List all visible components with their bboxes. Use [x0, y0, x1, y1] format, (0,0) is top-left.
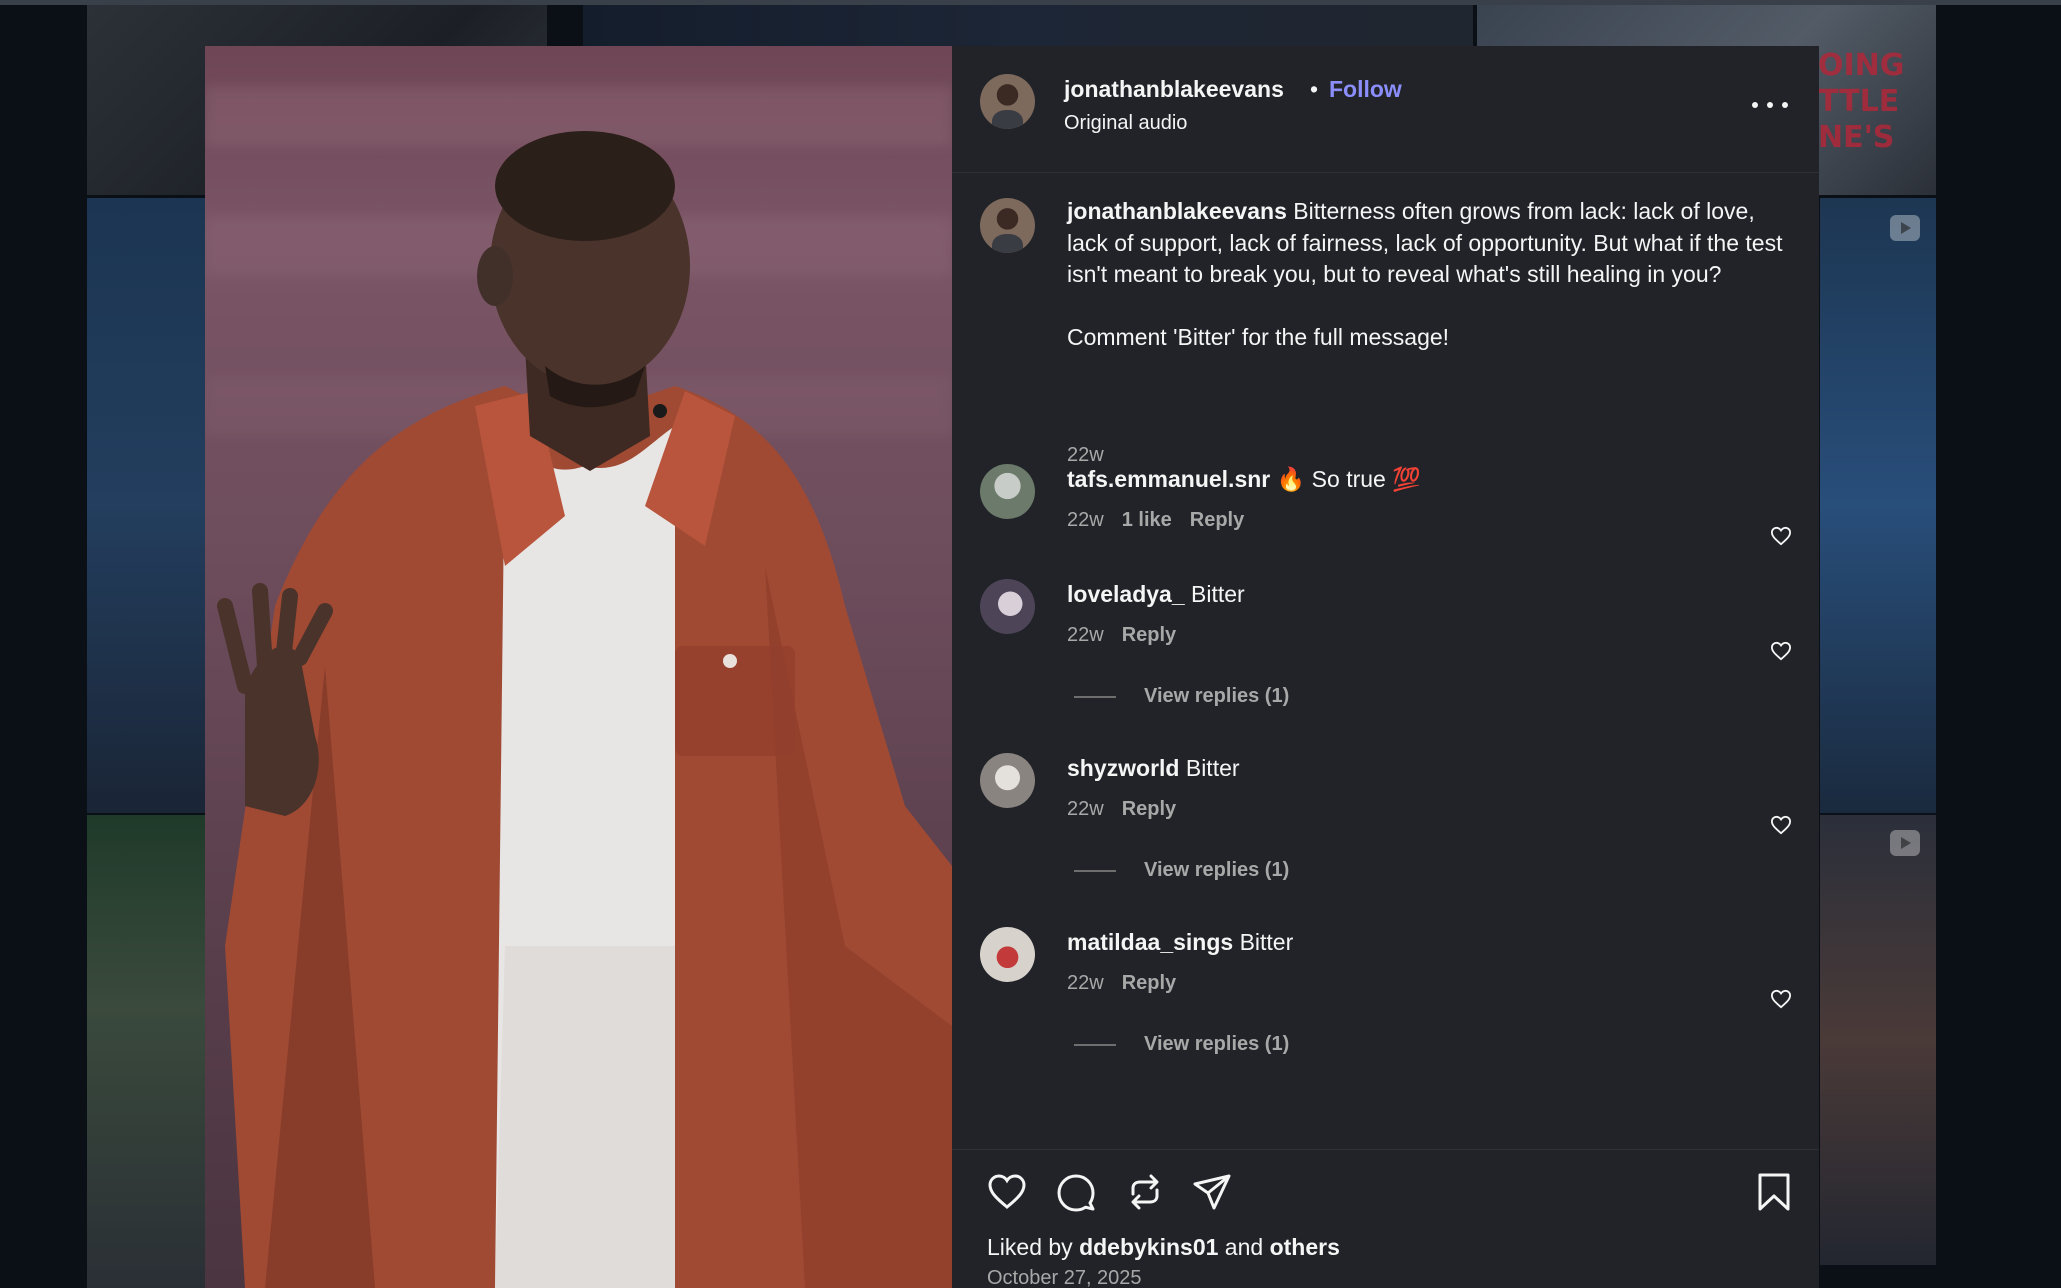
reply-button[interactable]: Reply: [1190, 509, 1244, 531]
author-username[interactable]: jonathanblakeevans: [1064, 76, 1284, 103]
commenter-avatar[interactable]: [980, 464, 1035, 519]
grid-tile[interactable]: [1820, 198, 1936, 813]
liked-by-user[interactable]: ddebykins01: [1079, 1234, 1218, 1260]
commenter-avatar[interactable]: [980, 753, 1035, 808]
reply-button[interactable]: Reply: [1122, 624, 1176, 646]
reel-icon: [1890, 830, 1920, 856]
comment-age: 22w: [1067, 624, 1104, 646]
comment-username[interactable]: loveladya_: [1067, 581, 1185, 607]
comment-item: matildaa_sings Bitter: [1067, 929, 1293, 956]
speaker-figure: [217, 131, 952, 1288]
author-avatar[interactable]: [980, 74, 1035, 129]
commenter-avatar[interactable]: [980, 927, 1035, 982]
comment-meta: 22w Reply: [1067, 972, 1176, 995]
separator-dot: •: [1310, 76, 1319, 102]
comment-item: tafs.emmanuel.snr 🔥 So true 💯: [1067, 466, 1421, 493]
audio-label[interactable]: Original audio: [1064, 112, 1187, 135]
view-replies-button[interactable]: View replies (1): [1074, 859, 1289, 882]
background-thumbnail-text: OING TTLE NE'S: [1818, 48, 1905, 155]
comment-like-heart-icon[interactable]: [1770, 815, 1792, 835]
share-icon[interactable]: [1192, 1172, 1232, 1212]
post-header: jonathanblakeevans • Follow Original aud…: [952, 46, 1819, 173]
comment-meta: 22w 1 like Reply: [1067, 509, 1244, 532]
post-modal: jonathanblakeevans • Follow Original aud…: [205, 46, 1819, 1288]
reel-video[interactable]: [205, 46, 952, 1288]
follow-button[interactable]: Follow: [1329, 76, 1402, 103]
comment-username[interactable]: tafs.emmanuel.snr: [1067, 466, 1270, 492]
comment-item: shyzworld Bitter: [1067, 755, 1240, 782]
reel-icon: [1890, 215, 1920, 241]
comment-item: loveladya_ Bitter: [1067, 581, 1245, 608]
comment-like-heart-icon[interactable]: [1770, 641, 1792, 661]
comment-age: 22w: [1067, 972, 1104, 994]
comment-text: Bitter: [1185, 755, 1240, 781]
grid-tile[interactable]: [87, 198, 207, 813]
comment-like-heart-icon[interactable]: [1770, 526, 1792, 546]
post-caption: jonathanblakeevans Bitterness often grow…: [1067, 196, 1787, 354]
comment-icon[interactable]: [1056, 1172, 1096, 1212]
comment-text: Bitter: [1239, 929, 1294, 955]
comment-age: 22w: [1067, 509, 1104, 531]
grid-tile[interactable]: [1820, 815, 1936, 1265]
reply-button[interactable]: Reply: [1122, 972, 1176, 994]
comment-meta: 22w Reply: [1067, 798, 1176, 821]
liked-by-summary: Liked by ddebykins01 and others: [987, 1234, 1340, 1260]
save-bookmark-icon[interactable]: [1754, 1172, 1794, 1212]
page: OING TTLE NE'S jonathanblakeevans • Foll…: [0, 0, 2061, 1288]
comment-text: Bitter: [1191, 581, 1245, 607]
comment-username[interactable]: matildaa_sings: [1067, 929, 1233, 955]
comment-age: 22w: [1067, 798, 1104, 820]
comments-list[interactable]: jonathanblakeevans Bitterness often grow…: [952, 174, 1819, 1149]
caption-username[interactable]: jonathanblakeevans: [1067, 198, 1287, 224]
caption-author-avatar[interactable]: [980, 198, 1035, 253]
grid-tile[interactable]: [87, 815, 207, 1288]
commenter-avatar[interactable]: [980, 579, 1035, 634]
post-actions-bar: Liked by ddebykins01 and others October …: [952, 1149, 1819, 1288]
caption-age: 22w: [1067, 444, 1104, 466]
comment-text: 🔥 So true 💯: [1276, 466, 1421, 492]
more-options-icon[interactable]: [1752, 98, 1788, 112]
repost-icon[interactable]: [1125, 1172, 1165, 1212]
post-details-panel: jonathanblakeevans • Follow Original aud…: [952, 46, 1819, 1288]
like-heart-icon[interactable]: [987, 1172, 1027, 1212]
comment-likes[interactable]: 1 like: [1122, 509, 1172, 531]
post-date: October 27, 2025: [987, 1267, 1142, 1288]
reply-button[interactable]: Reply: [1122, 798, 1176, 820]
view-replies-button[interactable]: View replies (1): [1074, 685, 1289, 708]
liked-by-others[interactable]: others: [1270, 1234, 1340, 1260]
comment-meta: 22w Reply: [1067, 624, 1176, 647]
comment-username[interactable]: shyzworld: [1067, 755, 1179, 781]
comment-like-heart-icon[interactable]: [1770, 989, 1792, 1009]
view-replies-button[interactable]: View replies (1): [1074, 1033, 1289, 1056]
